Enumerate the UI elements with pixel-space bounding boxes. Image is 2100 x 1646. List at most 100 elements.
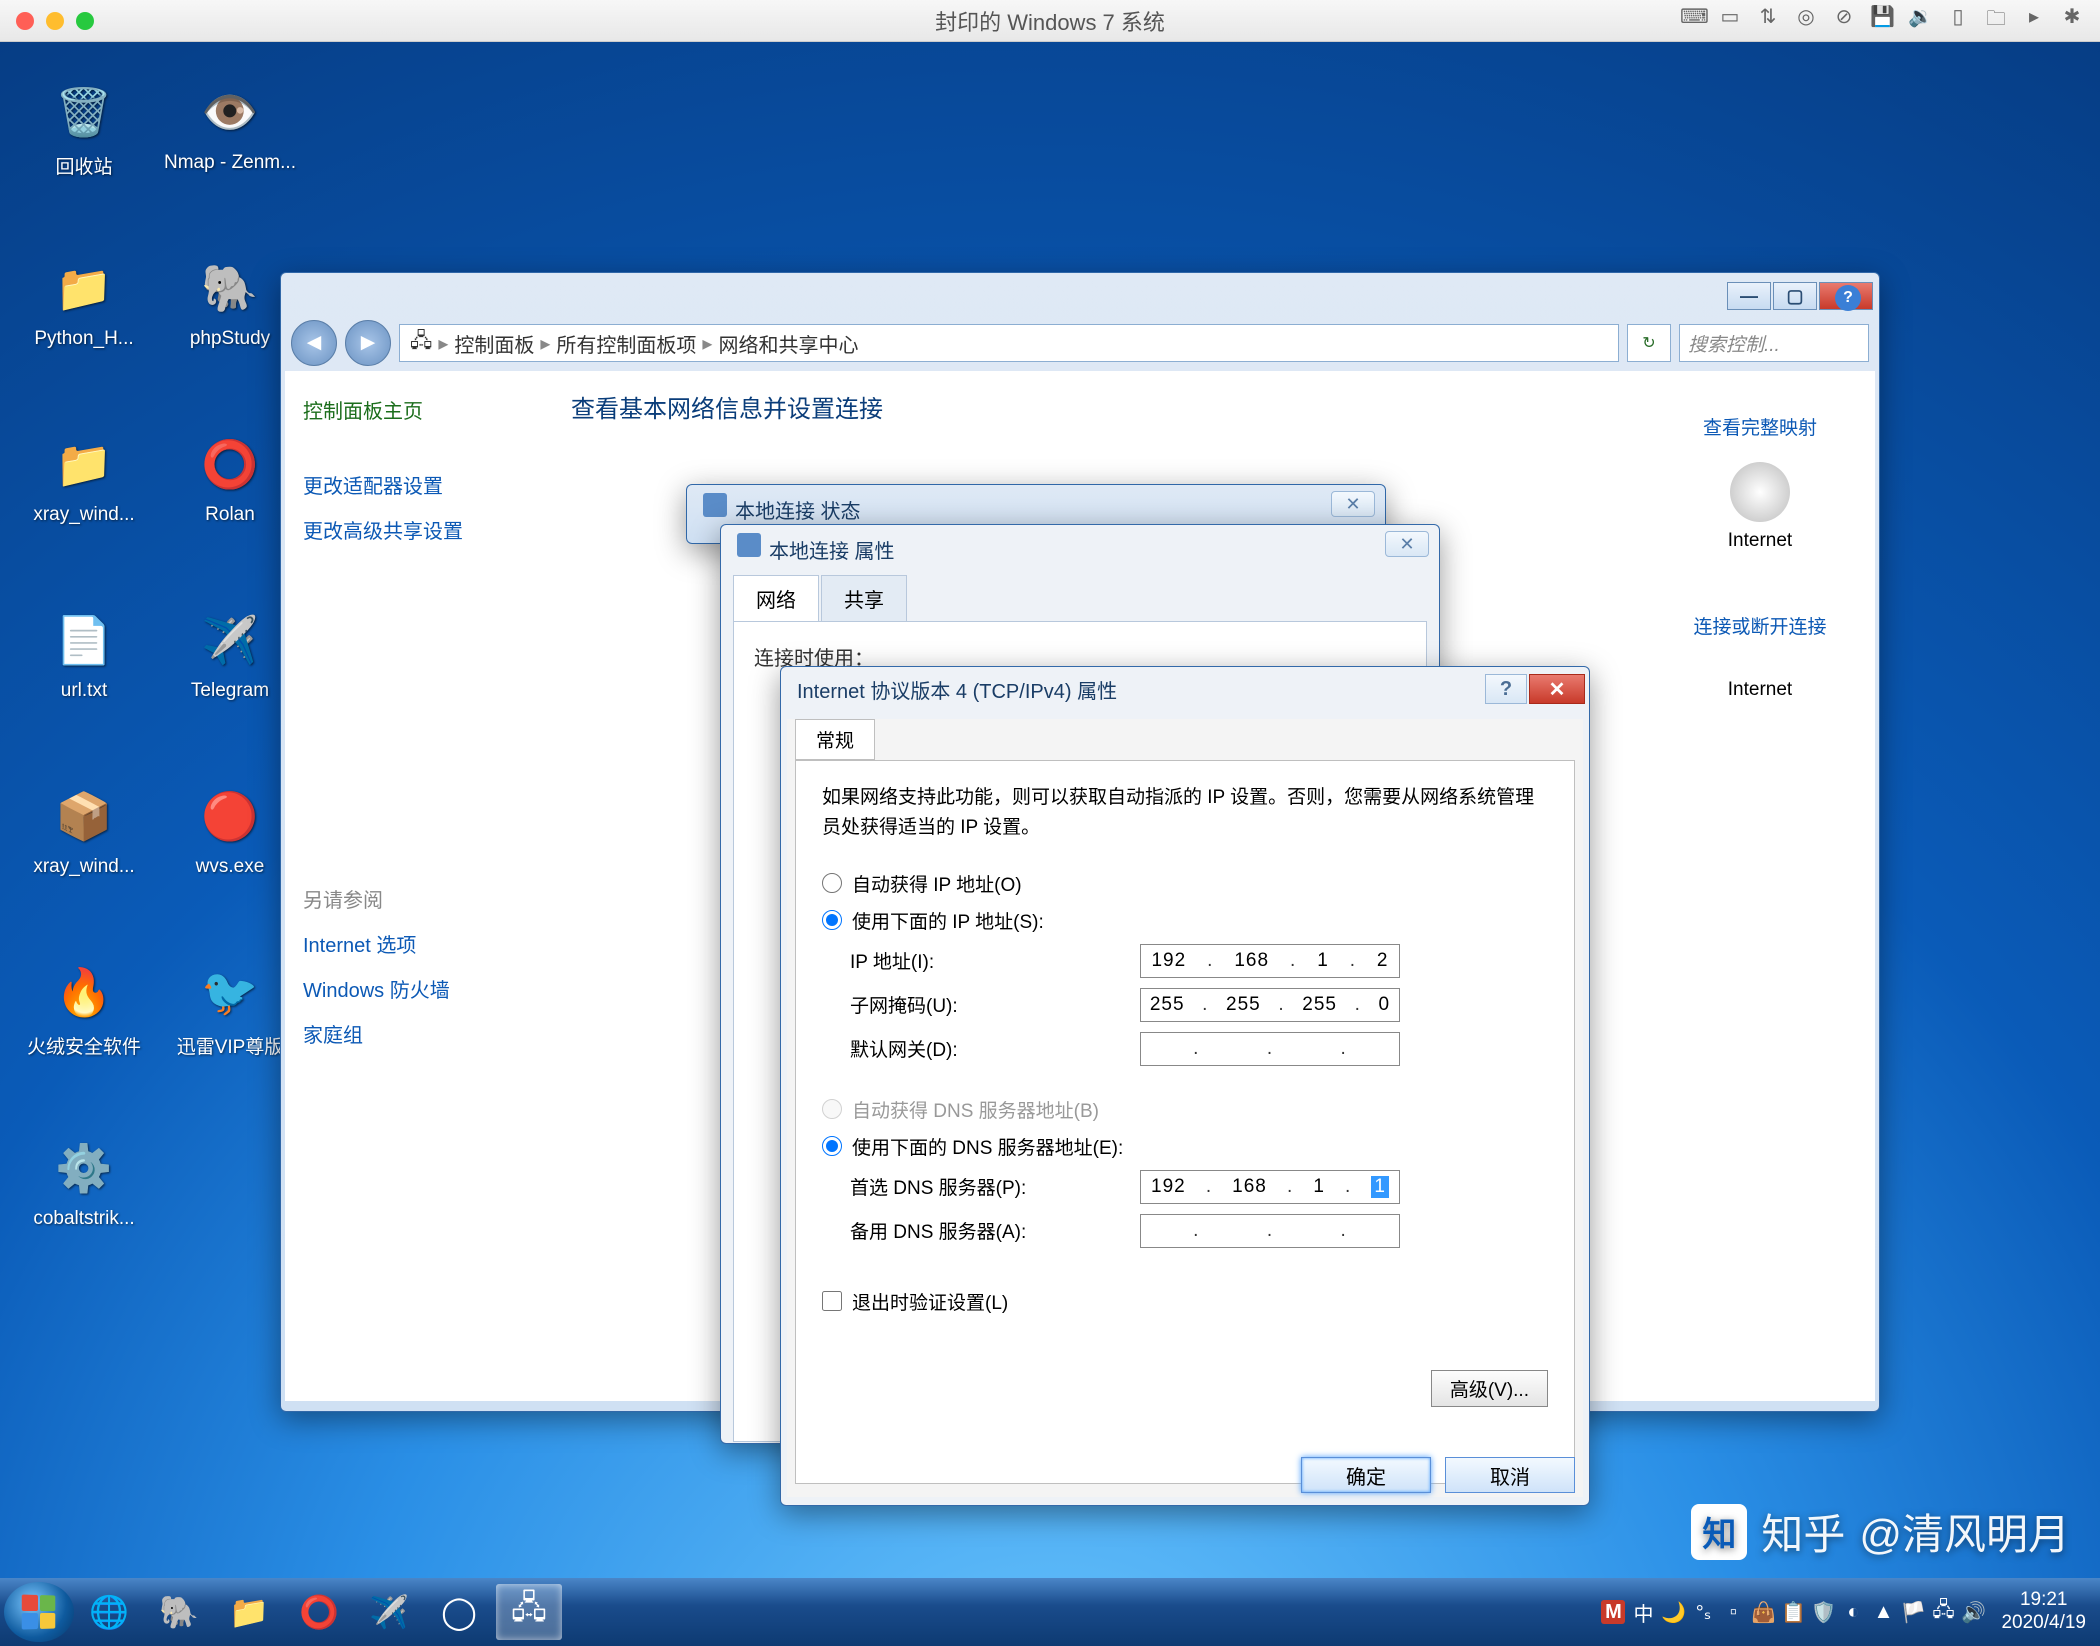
zoom-traffic-icon[interactable] — [76, 12, 94, 30]
tab-general[interactable]: 常规 — [795, 719, 875, 760]
tray-shield-icon[interactable]: 🛡️ — [1811, 1600, 1835, 1624]
tray-arrow-icon[interactable]: ▲ — [1871, 1600, 1895, 1624]
desktop-icon-nmap[interactable]: 👁️Nmap - Zenm... — [160, 76, 300, 248]
radio-manual-dns[interactable]: 使用下面的 DNS 服务器地址(E): — [822, 1133, 1548, 1160]
disc-icon[interactable]: ◎ — [1794, 4, 1818, 38]
tray-network-icon[interactable]: 🖧 — [1931, 1600, 1955, 1624]
taskbar-rolan[interactable]: ⭕ — [286, 1584, 352, 1640]
see-also-heading: 另请参阅 — [303, 884, 527, 913]
usb-icon[interactable]: ⇅ — [1756, 4, 1780, 38]
taskbar-ie[interactable]: 🌐 — [76, 1584, 142, 1640]
desktop-icon-rolan[interactable]: ⭕Rolan — [160, 428, 300, 600]
sidebar-adapter-settings[interactable]: 更改适配器设置 — [303, 470, 527, 499]
dialog-titlebar[interactable]: Internet 协议版本 4 (TCP/IPv4) 属性 ? ✕ — [781, 667, 1589, 711]
desktop-icon-xray-folder[interactable]: 📁xray_wind... — [14, 428, 154, 600]
desktop-icon-huorong[interactable]: 🔥火绒安全软件 — [14, 956, 154, 1128]
tab-network[interactable]: 网络 — [733, 575, 819, 621]
dialog-icon — [703, 493, 727, 517]
ip-address-input[interactable]: 192.168.1.2 — [1140, 944, 1400, 978]
breadcrumb-icon: 🖧 — [410, 326, 432, 360]
close-traffic-icon[interactable] — [16, 12, 34, 30]
display-icon[interactable]: ▭ — [1718, 4, 1742, 38]
desktop-icon-cobaltstrike[interactable]: ⚙️cobaltstrik... — [14, 1132, 154, 1304]
refresh-button[interactable]: ↻ — [1627, 324, 1671, 362]
desktop-icon-python-folder[interactable]: 📁Python_H... — [14, 252, 154, 424]
minimize-traffic-icon[interactable] — [46, 12, 64, 30]
ok-button[interactable]: 确定 — [1301, 1457, 1431, 1493]
forward-button[interactable]: ► — [345, 320, 391, 366]
tray-circle-icon[interactable]: ◐ — [1841, 1600, 1865, 1624]
breadcrumb[interactable]: 🖧 ▸控制面板 ▸所有控制面板项 ▸网络和共享中心 — [399, 324, 1619, 362]
tray-m-icon[interactable]: M — [1601, 1600, 1625, 1624]
tray-bag-icon[interactable]: 👜 — [1751, 1600, 1775, 1624]
validate-on-exit-checkbox[interactable]: 退出时验证设置(L) — [822, 1288, 1548, 1315]
gateway-input[interactable]: . . . — [1140, 1032, 1400, 1066]
desktop-icon-phpstudy[interactable]: 🐘phpStudy — [160, 252, 300, 424]
tray-volume-icon[interactable]: 🔊 — [1961, 1600, 1985, 1624]
tray-app1-icon[interactable]: ▫ — [1721, 1600, 1745, 1624]
tray-flag-icon[interactable]: 🏳️ — [1901, 1600, 1925, 1624]
sound-icon[interactable]: 🔉 — [1908, 4, 1932, 38]
search-input[interactable]: 搜索控制... — [1679, 324, 1869, 362]
dialog-title: 本地连接 属性 — [769, 535, 895, 564]
ip-label: IP 地址(I): — [850, 947, 1140, 974]
preferred-dns-row: 首选 DNS 服务器(P): 192.168.1.1 — [850, 1170, 1548, 1204]
advanced-button[interactable]: 高级(V)... — [1431, 1370, 1548, 1407]
subnet-mask-input[interactable]: 255.255.255.0 — [1140, 988, 1400, 1022]
taskbar-app[interactable]: ◯ — [426, 1584, 492, 1640]
back-button[interactable]: ◄ — [291, 320, 337, 366]
window-titlebar[interactable]: — ▢ ✕ — [281, 273, 1879, 319]
desktop-icon-telegram[interactable]: ✈️Telegram — [160, 604, 300, 776]
globe-icon — [1730, 462, 1790, 522]
view-full-map-link[interactable]: 查看完整映射 — [1665, 413, 1855, 440]
preferred-dns-input[interactable]: 192.168.1.1 — [1140, 1170, 1400, 1204]
settings-gear-icon[interactable]: ✱ — [2060, 4, 2084, 38]
close-button[interactable]: ✕ — [1385, 531, 1429, 557]
tray-weather-icon[interactable]: °ₛ — [1691, 1600, 1715, 1624]
taskbar-phpstudy[interactable]: 🐘 — [146, 1584, 212, 1640]
windows-desktop[interactable]: 🗑️回收站 👁️Nmap - Zenm... 📁Python_H... 🐘php… — [0, 42, 2100, 1646]
tray-ime[interactable]: 中 — [1631, 1600, 1655, 1624]
minimize-button[interactable]: — — [1727, 282, 1771, 310]
alternate-dns-input[interactable]: . . . — [1140, 1214, 1400, 1248]
see-also-firewall[interactable]: Windows 防火墙 — [303, 974, 527, 1003]
folder-icon: 📁 — [48, 428, 120, 500]
desktop-icon-wvs[interactable]: 🔴wvs.exe — [160, 780, 300, 952]
close-button[interactable]: ✕ — [1331, 491, 1375, 517]
nmap-icon: 👁️ — [194, 76, 266, 148]
menu-icon[interactable]: ▸ — [2022, 4, 2046, 38]
start-button[interactable] — [4, 1582, 74, 1642]
taskbar-explorer[interactable]: 📁 — [216, 1584, 282, 1640]
see-also-homegroup[interactable]: 家庭组 — [303, 1019, 527, 1048]
cancel-button[interactable]: 取消 — [1445, 1457, 1575, 1493]
radio-auto-ip[interactable]: 自动获得 IP 地址(O) — [822, 870, 1548, 897]
help-icon[interactable]: ? — [1835, 285, 1861, 311]
tray-note-icon[interactable]: 📋 — [1781, 1600, 1805, 1624]
recycle-bin-icon: 🗑️ — [48, 76, 120, 148]
taskbar-clock[interactable]: 19:21 2020/4/19 — [2001, 1589, 2086, 1635]
thunder-icon: 🐦 — [194, 956, 266, 1028]
help-button[interactable]: ? — [1485, 674, 1527, 704]
keyboard-icon[interactable]: ⌨ — [1680, 4, 1704, 38]
close-button[interactable]: ✕ — [1529, 674, 1585, 704]
see-also-internet-options[interactable]: Internet 选项 — [303, 929, 527, 958]
floppy-icon[interactable]: 💾 — [1870, 4, 1894, 38]
vm-title: 封印的 Windows 7 系统 — [935, 5, 1165, 37]
shared-folder-icon[interactable]: 🗀 — [1984, 4, 2008, 38]
desktop-icon-recycle-bin[interactable]: 🗑️回收站 — [14, 76, 154, 248]
desktop-icon-thunder[interactable]: 🐦迅雷VIP尊版 — [160, 956, 300, 1128]
tablet-icon[interactable]: ▯ — [1946, 4, 1970, 38]
sidebar-home[interactable]: 控制面板主页 — [303, 395, 527, 424]
maximize-button[interactable]: ▢ — [1773, 282, 1817, 310]
network-off-icon[interactable]: ⊘ — [1832, 4, 1856, 38]
tray-moon-icon[interactable]: 🌙 — [1661, 1600, 1685, 1624]
tab-sharing[interactable]: 共享 — [821, 575, 907, 621]
desktop-icon-xray-rar[interactable]: 📦xray_wind... — [14, 780, 154, 952]
connect-disconnect-link[interactable]: 连接或断开连接 — [1665, 612, 1855, 639]
sidebar-sharing-settings[interactable]: 更改高级共享设置 — [303, 515, 527, 544]
taskbar-telegram[interactable]: ✈️ — [356, 1584, 422, 1640]
radio-manual-ip[interactable]: 使用下面的 IP 地址(S): — [822, 907, 1548, 934]
taskbar-control-panel[interactable]: 🖧 — [496, 1584, 562, 1640]
desktop-icon-url-txt[interactable]: 📄url.txt — [14, 604, 154, 776]
taskbar: 🌐 🐘 📁 ⭕ ✈️ ◯ 🖧 M 中 🌙 °ₛ ▫ 👜 📋 🛡️ ◐ ▲ 🏳️ … — [0, 1578, 2100, 1646]
